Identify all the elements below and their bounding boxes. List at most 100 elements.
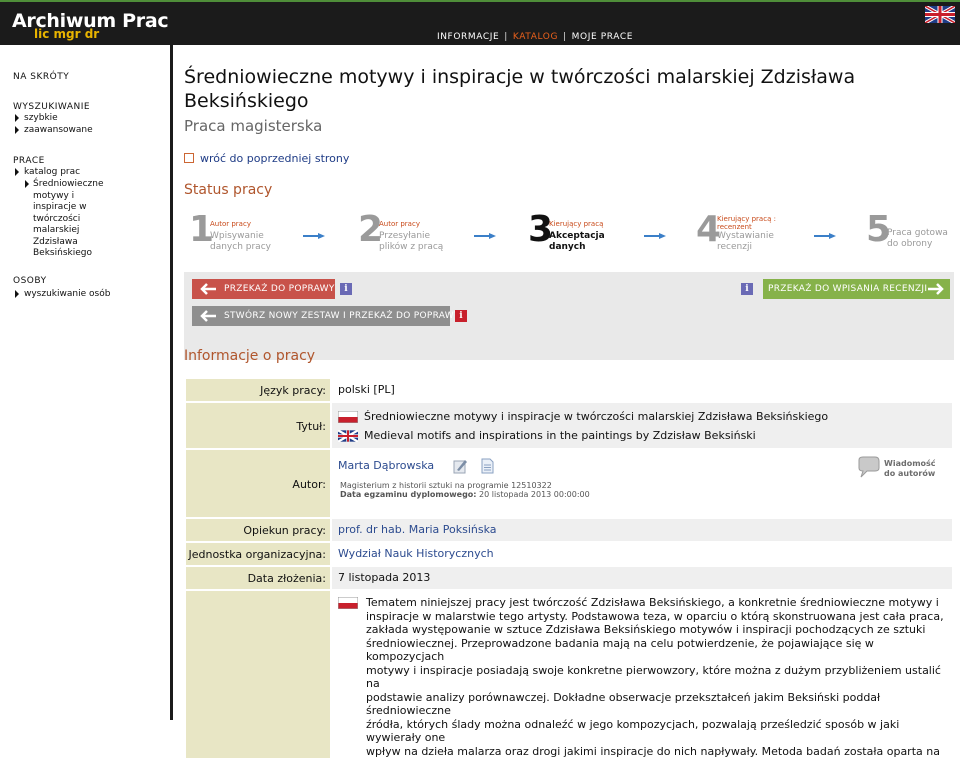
triangle-right-icon (15, 289, 19, 298)
info-icon[interactable]: i (741, 283, 753, 295)
table-row: Opiekun pracy: prof. dr hab. Maria Poksi… (184, 517, 954, 543)
current-work-line: malarskiej (33, 225, 80, 235)
submission-date-label: Data złożenia: (184, 565, 332, 591)
sidebar-section-search: WYSZUKIWANIE (13, 102, 91, 112)
info-icon[interactable]: i (455, 310, 467, 322)
supervisor-link[interactable]: prof. dr hab. Maria Poksińska (338, 523, 497, 536)
step-label: Wpisywanie danych pracy (210, 231, 271, 252)
back-arrow-icon (184, 153, 194, 163)
title-pl: Średniowieczne motywy i inspiracje w twó… (364, 410, 829, 423)
sidebar-section-shortcuts[interactable]: NA SKRÓTY (13, 72, 69, 82)
supervisor-label: Opiekun pracy: (184, 517, 332, 543)
author-link[interactable]: Marta Dąbrowska (338, 459, 434, 472)
current-work-line: twórczości (33, 213, 81, 224)
speech-bubble-icon (858, 456, 880, 478)
status-heading: Status pracy (184, 182, 273, 198)
button-label: PRZEKAŻ DO POPRAWY (224, 284, 335, 294)
step-label: Praca gotowa do obrony (887, 228, 948, 249)
triangle-right-icon (15, 113, 19, 122)
send-for-review-button[interactable]: PRZEKAŻ DO WPISANIA RECENZJI (763, 279, 950, 299)
button-label: PRZEKAŻ DO WPISANIA RECENZJI (768, 284, 928, 294)
step-role: Kierujący pracą : recenzent (717, 215, 776, 231)
sidebar-item-current-work[interactable]: Średniowieczne motywy i inspiracje w twó… (25, 179, 104, 260)
button-label: STWÓRZ NOWY ZESTAW I PRZEKAŻ DO POPRAWY (224, 311, 460, 321)
message-authors-button[interactable]: Wiadomość do autorów (856, 456, 942, 486)
exam-date-row: Data egzaminu dyplomowego: 20 listopada … (340, 490, 946, 499)
table-row: Język pracy: polski [PL] (184, 377, 954, 403)
table-row: Tytuł: Średniowieczne motywy i inspiracj… (184, 401, 954, 450)
nav-separator: | (563, 32, 567, 42)
nav-katalog[interactable]: KATALOG (513, 32, 558, 42)
arrow-left-icon (200, 310, 216, 322)
current-work-line: Zdzisława (33, 236, 78, 247)
back-link-label: wróć do poprzedniej strony (200, 152, 350, 165)
current-work-line: motywy i (33, 190, 75, 201)
work-type: Praca magisterska (184, 117, 323, 135)
exam-date-label: Data egzaminu dyplomowego: (340, 490, 477, 499)
title-label: Tytuł: (184, 401, 332, 450)
current-work-line: Beksińskiego (33, 248, 92, 258)
nav-separator: | (504, 32, 508, 42)
top-header: Archiwum Prac lic mgr dr INFORMACJE | KATA… (0, 0, 960, 45)
work-title-line: Średniowieczne motywy i inspiracje w twó… (184, 66, 856, 88)
return-for-correction-button[interactable]: PRZEKAŻ DO POPRAWY (192, 279, 335, 299)
work-title-line: Beksińskiego (184, 90, 309, 112)
sidebar-item-label: katalog prac (24, 167, 81, 177)
top-nav: INFORMACJE | KATALOG | MOJE PRACE (437, 32, 633, 42)
step-arrow-icon (303, 233, 325, 239)
submission-date-value: 7 listopada 2013 (330, 565, 954, 591)
author-row: Marta Dąbrowska (338, 458, 946, 474)
edit-note-icon[interactable] (452, 458, 468, 474)
abstract-text: Tematem niniejszej pracy jest twórczość … (366, 596, 944, 758)
nav-informacje[interactable]: INFORMACJE (437, 32, 499, 42)
step-role: Kierujący pracą (549, 220, 604, 228)
abstract-label (184, 589, 332, 760)
status-actions-bar: PRZEKAŻ DO POPRAWY i PRZEKAŻ DO WPISANIA… (184, 272, 954, 360)
arrow-left-icon (200, 283, 216, 295)
sidebar-section-people: OSOBY (13, 276, 47, 286)
nav-moje-prace[interactable]: MOJE PRACE (572, 32, 633, 42)
step-arrow-icon (644, 233, 666, 239)
current-work-line: inspiracje w (33, 202, 87, 212)
sidebar-item-quick-search[interactable]: szybkie (15, 113, 58, 125)
title-en-row: Medieval motifs and inspirations in the … (338, 429, 946, 442)
sidebar-item-search-people[interactable]: wyszukiwanie osób (15, 289, 110, 301)
pl-flag-icon (338, 411, 358, 423)
step-arrow-icon (814, 233, 836, 239)
exam-date-value: 20 listopada 2013 00:00:00 (479, 490, 590, 499)
document-icon[interactable] (481, 458, 494, 474)
table-row: Data złożenia: 7 listopada 2013 (184, 565, 954, 591)
sidebar-item-catalog[interactable]: katalog prac (15, 167, 80, 179)
work-title: Średniowieczne motywy i inspiracje w twó… (184, 65, 884, 113)
info-icon[interactable]: i (340, 283, 352, 295)
main-content: Średniowieczne motywy i inspiracje w twó… (184, 45, 954, 760)
sidebar-item-advanced-search[interactable]: zaawansowane (15, 125, 93, 137)
uk-flag-icon (338, 430, 358, 442)
back-link[interactable]: wróć do poprzedniej strony (184, 152, 349, 165)
unit-link[interactable]: Wydział Nauk Historycznych (338, 547, 494, 560)
uk-flag-icon[interactable] (925, 6, 955, 23)
pl-flag-icon (338, 597, 358, 609)
step-label: Przesyłanie plików z pracą (379, 231, 444, 252)
arrow-right-icon (928, 283, 944, 295)
triangle-right-icon (15, 125, 19, 134)
sidebar: NA SKRÓTY WYSZUKIWANIE szybkie zaawansow… (0, 45, 173, 720)
step-role: Autor pracy (210, 220, 251, 228)
triangle-right-icon (25, 180, 29, 188)
message-authors-label: Wiadomość do autorów (884, 459, 936, 478)
sidebar-item-label: szybkie (24, 113, 58, 123)
info-heading: Informacje o pracy (184, 348, 316, 364)
new-set-return-button[interactable]: STWÓRZ NOWY ZESTAW I PRZEKAŻ DO POPRAWY (192, 306, 459, 326)
title-pl-row: Średniowieczne motywy i inspiracje w twó… (338, 410, 946, 423)
step-role: Autor pracy (379, 220, 420, 228)
step-label: Wystawianie recenzji (717, 231, 774, 252)
work-info-table: Język pracy: polski [PL] Tytuł: Średniow… (184, 377, 954, 760)
sidebar-item-label: zaawansowane (24, 125, 93, 135)
table-row: Jednostka organizacyjna: Wydział Nauk Hi… (184, 541, 954, 567)
language-label: Język pracy: (184, 377, 332, 403)
table-row: Tematem niniejszej pracy jest twórczość … (184, 589, 954, 760)
current-work-line: Średniowieczne (33, 179, 104, 189)
title-en: Medieval motifs and inspirations in the … (364, 429, 756, 442)
step-label: Akceptacja danych (549, 231, 605, 252)
abstract-pl: Tematem niniejszej pracy jest twórczość … (338, 596, 946, 758)
